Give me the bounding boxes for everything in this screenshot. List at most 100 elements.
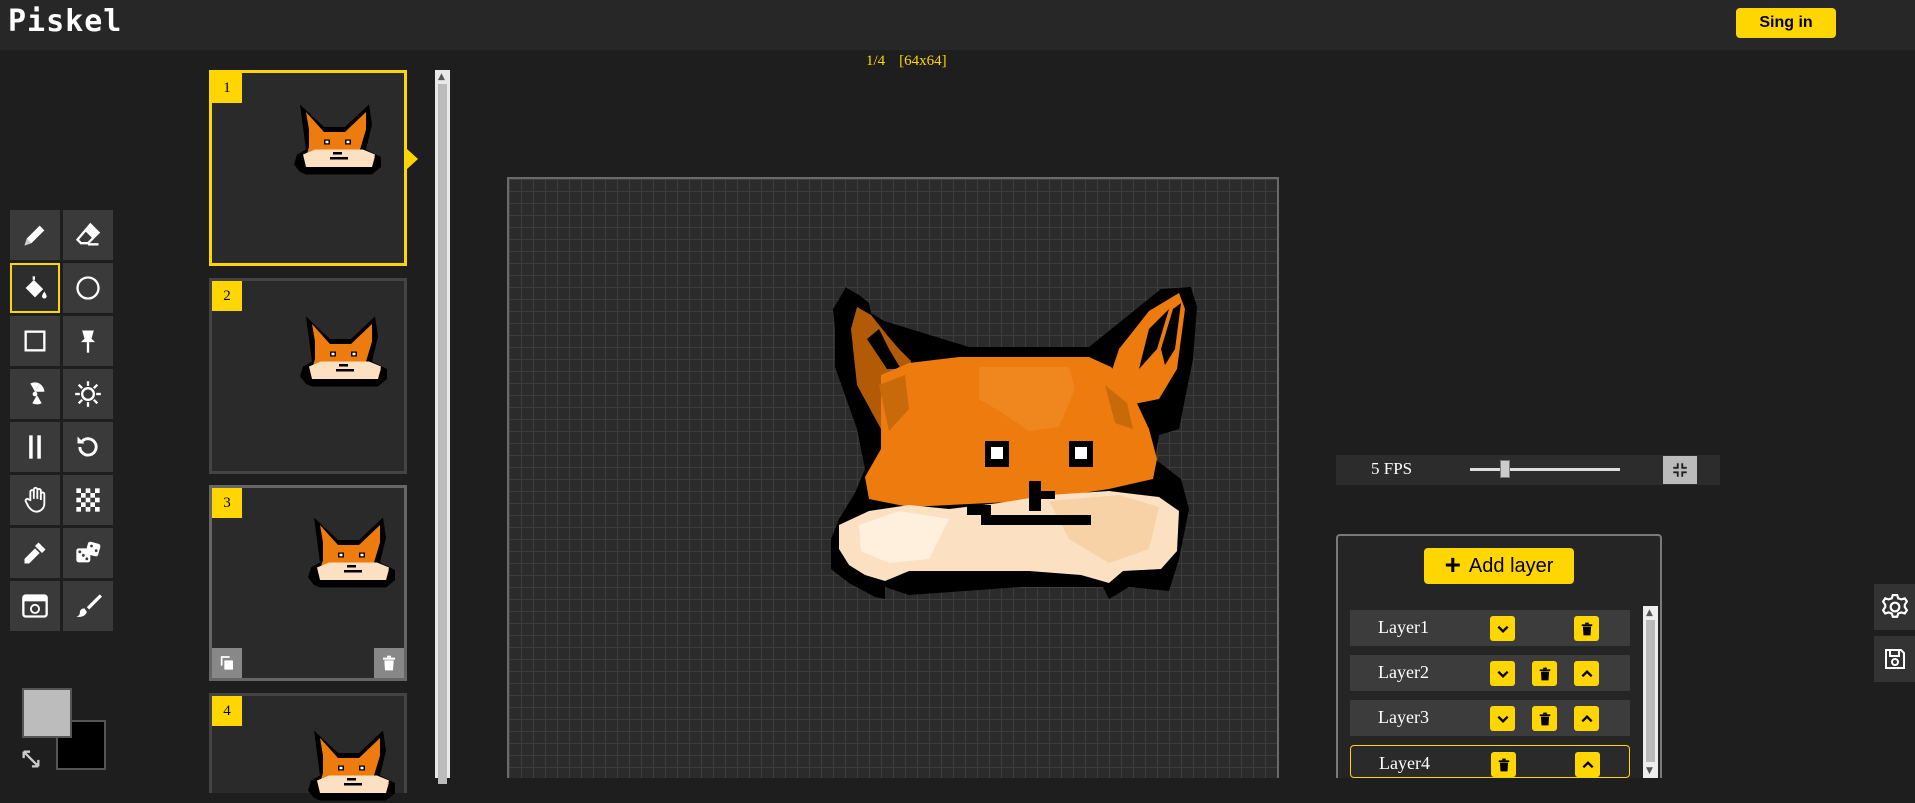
drawing-canvas[interactable]	[507, 177, 1279, 778]
layer-item-4[interactable]: Layer4	[1350, 745, 1630, 778]
sign-in-button[interactable]: Sing in	[1736, 8, 1836, 38]
vertical-mirror-icon	[29, 435, 41, 459]
checker-icon	[76, 488, 100, 512]
chevron-up-icon	[1581, 714, 1592, 722]
frame-4[interactable]: 4	[209, 693, 407, 801]
frame-info: 1/4 [64x64]	[866, 53, 961, 70]
delete-frame-button[interactable]	[374, 648, 404, 678]
rotate-icon	[77, 436, 98, 457]
layer-item-1[interactable]: Layer1	[1350, 610, 1630, 646]
chevron-up-icon	[1582, 760, 1593, 768]
scroll-thumb[interactable]	[438, 84, 447, 784]
fox-sprite	[831, 287, 1197, 599]
fps-slider-track[interactable]	[1470, 468, 1620, 471]
gear-icon	[1881, 594, 1908, 618]
paint-bucket-icon	[25, 276, 47, 299]
frame-number: 1	[212, 73, 242, 103]
scroll-up-icon[interactable]: ▲	[1646, 608, 1653, 618]
lighten-tool[interactable]	[63, 369, 113, 419]
hand-tool[interactable]	[10, 475, 60, 525]
brush-icon	[76, 594, 102, 617]
checker-tool[interactable]	[63, 475, 113, 525]
fox-thumbnail	[308, 730, 395, 801]
app-logo[interactable]: Piskel	[8, 4, 122, 39]
fps-slider-handle[interactable]	[1500, 460, 1510, 478]
move-layer-up-button[interactable]	[1575, 752, 1600, 777]
move-layer-up-button[interactable]	[1574, 661, 1599, 686]
brush-tool[interactable]	[63, 581, 113, 631]
paint-bucket-tool[interactable]	[10, 263, 60, 313]
calendar-icon	[22, 594, 48, 618]
selected-frame-arrow	[407, 149, 418, 169]
dice-icon	[76, 541, 101, 563]
copy-icon	[220, 656, 233, 670]
frame-number: 2	[212, 281, 242, 311]
dice-tool[interactable]	[63, 528, 113, 578]
frame-size: [64x64]	[899, 53, 947, 69]
trash-icon	[1498, 758, 1509, 771]
vertical-mirror-tool[interactable]	[10, 422, 60, 472]
lighten-icon	[75, 381, 101, 407]
collapse-icon	[1673, 463, 1687, 477]
chevron-down-icon	[1497, 670, 1508, 678]
delete-layer-button[interactable]	[1532, 706, 1557, 731]
layers-scrollbar[interactable]: ▲ ▼	[1643, 606, 1658, 778]
trash-icon	[383, 655, 395, 671]
chevron-down-icon	[1497, 715, 1508, 723]
scroll-up-icon[interactable]: ▲	[438, 72, 445, 82]
layer-item-2[interactable]: Layer2	[1350, 655, 1630, 691]
trash-icon	[1539, 712, 1550, 725]
move-layer-up-button[interactable]	[1574, 706, 1599, 731]
scroll-thumb[interactable]	[1646, 620, 1655, 762]
eraser-icon	[75, 222, 101, 246]
trash-icon	[1581, 622, 1592, 635]
top-bar	[0, 0, 1915, 50]
calendar-tool[interactable]	[10, 581, 60, 631]
move-layer-down-button[interactable]	[1490, 616, 1515, 641]
circle-tool[interactable]	[63, 263, 113, 313]
radiation-icon	[30, 382, 45, 405]
layer-name: Layer4	[1379, 753, 1430, 773]
duplicate-frame-button[interactable]	[212, 648, 242, 678]
fox-thumbnail	[300, 316, 387, 387]
eraser-tool[interactable]	[63, 210, 113, 260]
chevron-up-icon	[1581, 669, 1592, 677]
settings-button[interactable]	[1874, 584, 1915, 630]
move-layer-down-button[interactable]	[1490, 706, 1515, 731]
scroll-down-icon[interactable]: ▼	[1646, 766, 1653, 776]
frames-scrollbar[interactable]: ▲	[435, 70, 450, 784]
radiation-tool[interactable]	[10, 369, 60, 419]
circle-icon	[76, 276, 100, 300]
layer-item-3[interactable]: Layer3	[1350, 700, 1630, 736]
chevron-down-icon	[1497, 625, 1508, 633]
fox-thumbnail	[308, 517, 395, 588]
add-layer-button[interactable]: + Add layer	[1424, 548, 1574, 584]
rectangle-tool[interactable]	[10, 316, 60, 366]
delete-layer-button[interactable]	[1532, 661, 1557, 686]
frame-1[interactable]: 1	[209, 70, 407, 266]
preview-size-toggle[interactable]	[1663, 456, 1697, 484]
frame-number: 4	[212, 696, 242, 726]
rotate-tool[interactable]	[63, 422, 113, 472]
layer-name: Layer1	[1378, 617, 1429, 637]
delete-layer-button[interactable]	[1574, 616, 1599, 641]
layer-name: Layer3	[1378, 707, 1429, 727]
stroke-tool[interactable]	[63, 316, 113, 366]
save-button[interactable]	[1874, 636, 1915, 682]
eyedropper-tool[interactable]	[10, 528, 60, 578]
frame-number: 3	[212, 488, 242, 518]
delete-layer-button[interactable]	[1491, 752, 1516, 777]
hand-icon	[24, 486, 46, 513]
pen-icon	[24, 225, 45, 246]
save-icon	[1884, 649, 1905, 669]
pen-tool[interactable]	[10, 210, 60, 260]
swap-colors-icon[interactable]	[20, 748, 42, 770]
move-layer-down-button[interactable]	[1490, 661, 1515, 686]
plus-icon: +	[1444, 548, 1461, 580]
primary-color-swatch[interactable]	[22, 688, 72, 738]
frame-2[interactable]: 2	[209, 278, 407, 474]
frame-3[interactable]: 3	[209, 485, 407, 681]
fps-label: 5 FPS	[1371, 459, 1413, 478]
trash-icon	[1539, 667, 1550, 680]
add-layer-label: Add layer	[1468, 554, 1554, 577]
